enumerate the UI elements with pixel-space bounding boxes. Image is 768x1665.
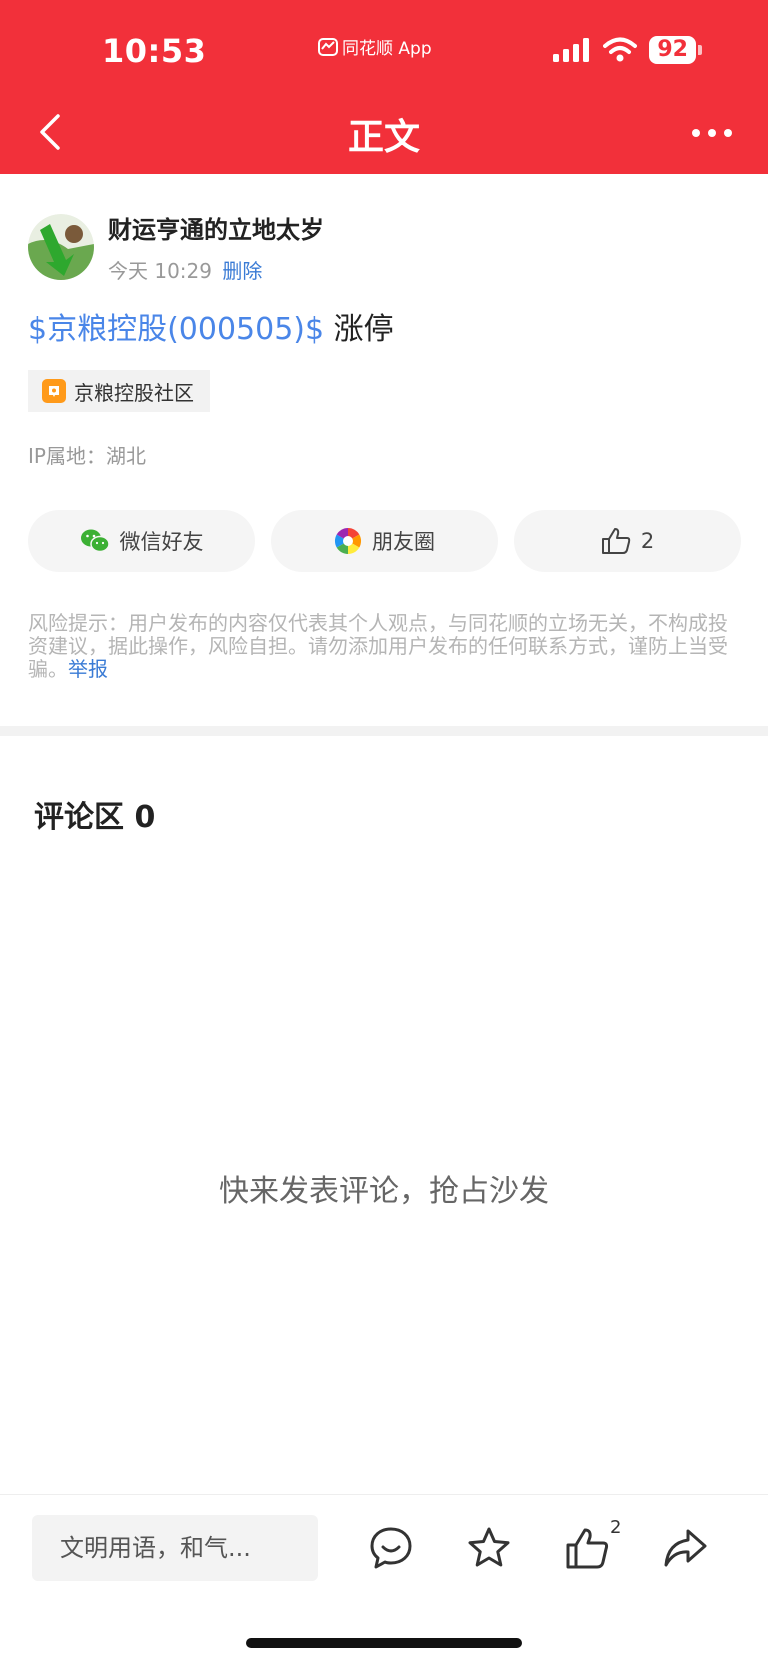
post-content: $京粮控股(000505)$ 涨停 [28,304,394,348]
status-indicators: 92 [553,36,702,64]
share-wechat-label: 微信好友 [119,530,204,554]
community-tag[interactable]: 京粮控股社区 [28,370,210,412]
bottom-like-count: 2 [610,1517,622,1538]
ip-location: IP属地：湖北 [28,444,146,468]
battery-tip [698,45,702,55]
app-logo-icon [318,37,338,56]
page-title: 正文 [347,117,420,158]
status-app-indicator[interactable]: 同花顺 App [318,34,432,59]
like-button[interactable]: 2 [514,510,741,572]
moments-icon [334,527,362,555]
app-header: 10:53 同花顺 App 92 正文 [0,0,768,174]
report-link[interactable]: 举报 [68,657,108,681]
share-arrow-icon[interactable] [662,1525,708,1571]
avatar-image [28,214,94,280]
thumbs-up-icon [601,528,631,554]
wechat-icon [80,529,110,553]
like-count: 2 [640,529,655,553]
post-text: 涨停 [324,312,394,347]
status-time: 10:53 [102,32,207,70]
delete-link[interactable]: 删除 [222,259,262,283]
community-icon [42,379,66,403]
comment-input[interactable] [32,1515,318,1581]
more-dot [724,129,732,137]
empty-comments-hint: 快来发表评论，抢占沙发 [219,1174,549,1209]
author-name[interactable]: 财运亨通的立地太岁 [108,210,324,245]
home-indicator [246,1638,522,1648]
share-wechat-button[interactable]: 微信好友 [28,510,255,572]
comments-title: 评论区 0 [34,800,156,835]
status-app-label: 同花顺 App [342,39,432,59]
post-author: 财运亨通的立地太岁 今天 10:29 删除 [28,210,324,284]
post-time: 今天 10:29 [108,259,212,283]
stock-link[interactable]: $京粮控股(000505)$ [28,312,324,347]
signal-icon [553,38,590,62]
post-meta: 今天 10:29 删除 [108,255,324,284]
bottom-like-icon[interactable] [564,1525,610,1571]
share-moments-button[interactable]: 朋友圈 [271,510,498,572]
share-actions: 微信好友 朋友圈 2 [28,510,741,572]
comment-icon[interactable] [368,1525,414,1571]
risk-disclaimer: 风险提示：用户发布的内容仅代表其个人观点，与同花顺的立场无关，不构成投资建议，据… [28,612,740,681]
bottom-action-bar: 2 [0,1494,768,1594]
more-dot [692,129,700,137]
share-moments-label: 朋友圈 [372,530,435,554]
more-dot [708,129,716,137]
battery-level: 92 [649,36,696,64]
section-divider [0,726,768,736]
avatar[interactable] [28,214,94,280]
favorite-star-icon[interactable] [466,1525,512,1571]
wifi-icon [603,37,638,62]
more-options-icon[interactable] [692,118,732,148]
community-tag-label: 京粮控股社区 [74,380,194,405]
disclaimer-text: 风险提示：用户发布的内容仅代表其个人观点，与同花顺的立场无关，不构成投资建议，据… [28,611,728,681]
